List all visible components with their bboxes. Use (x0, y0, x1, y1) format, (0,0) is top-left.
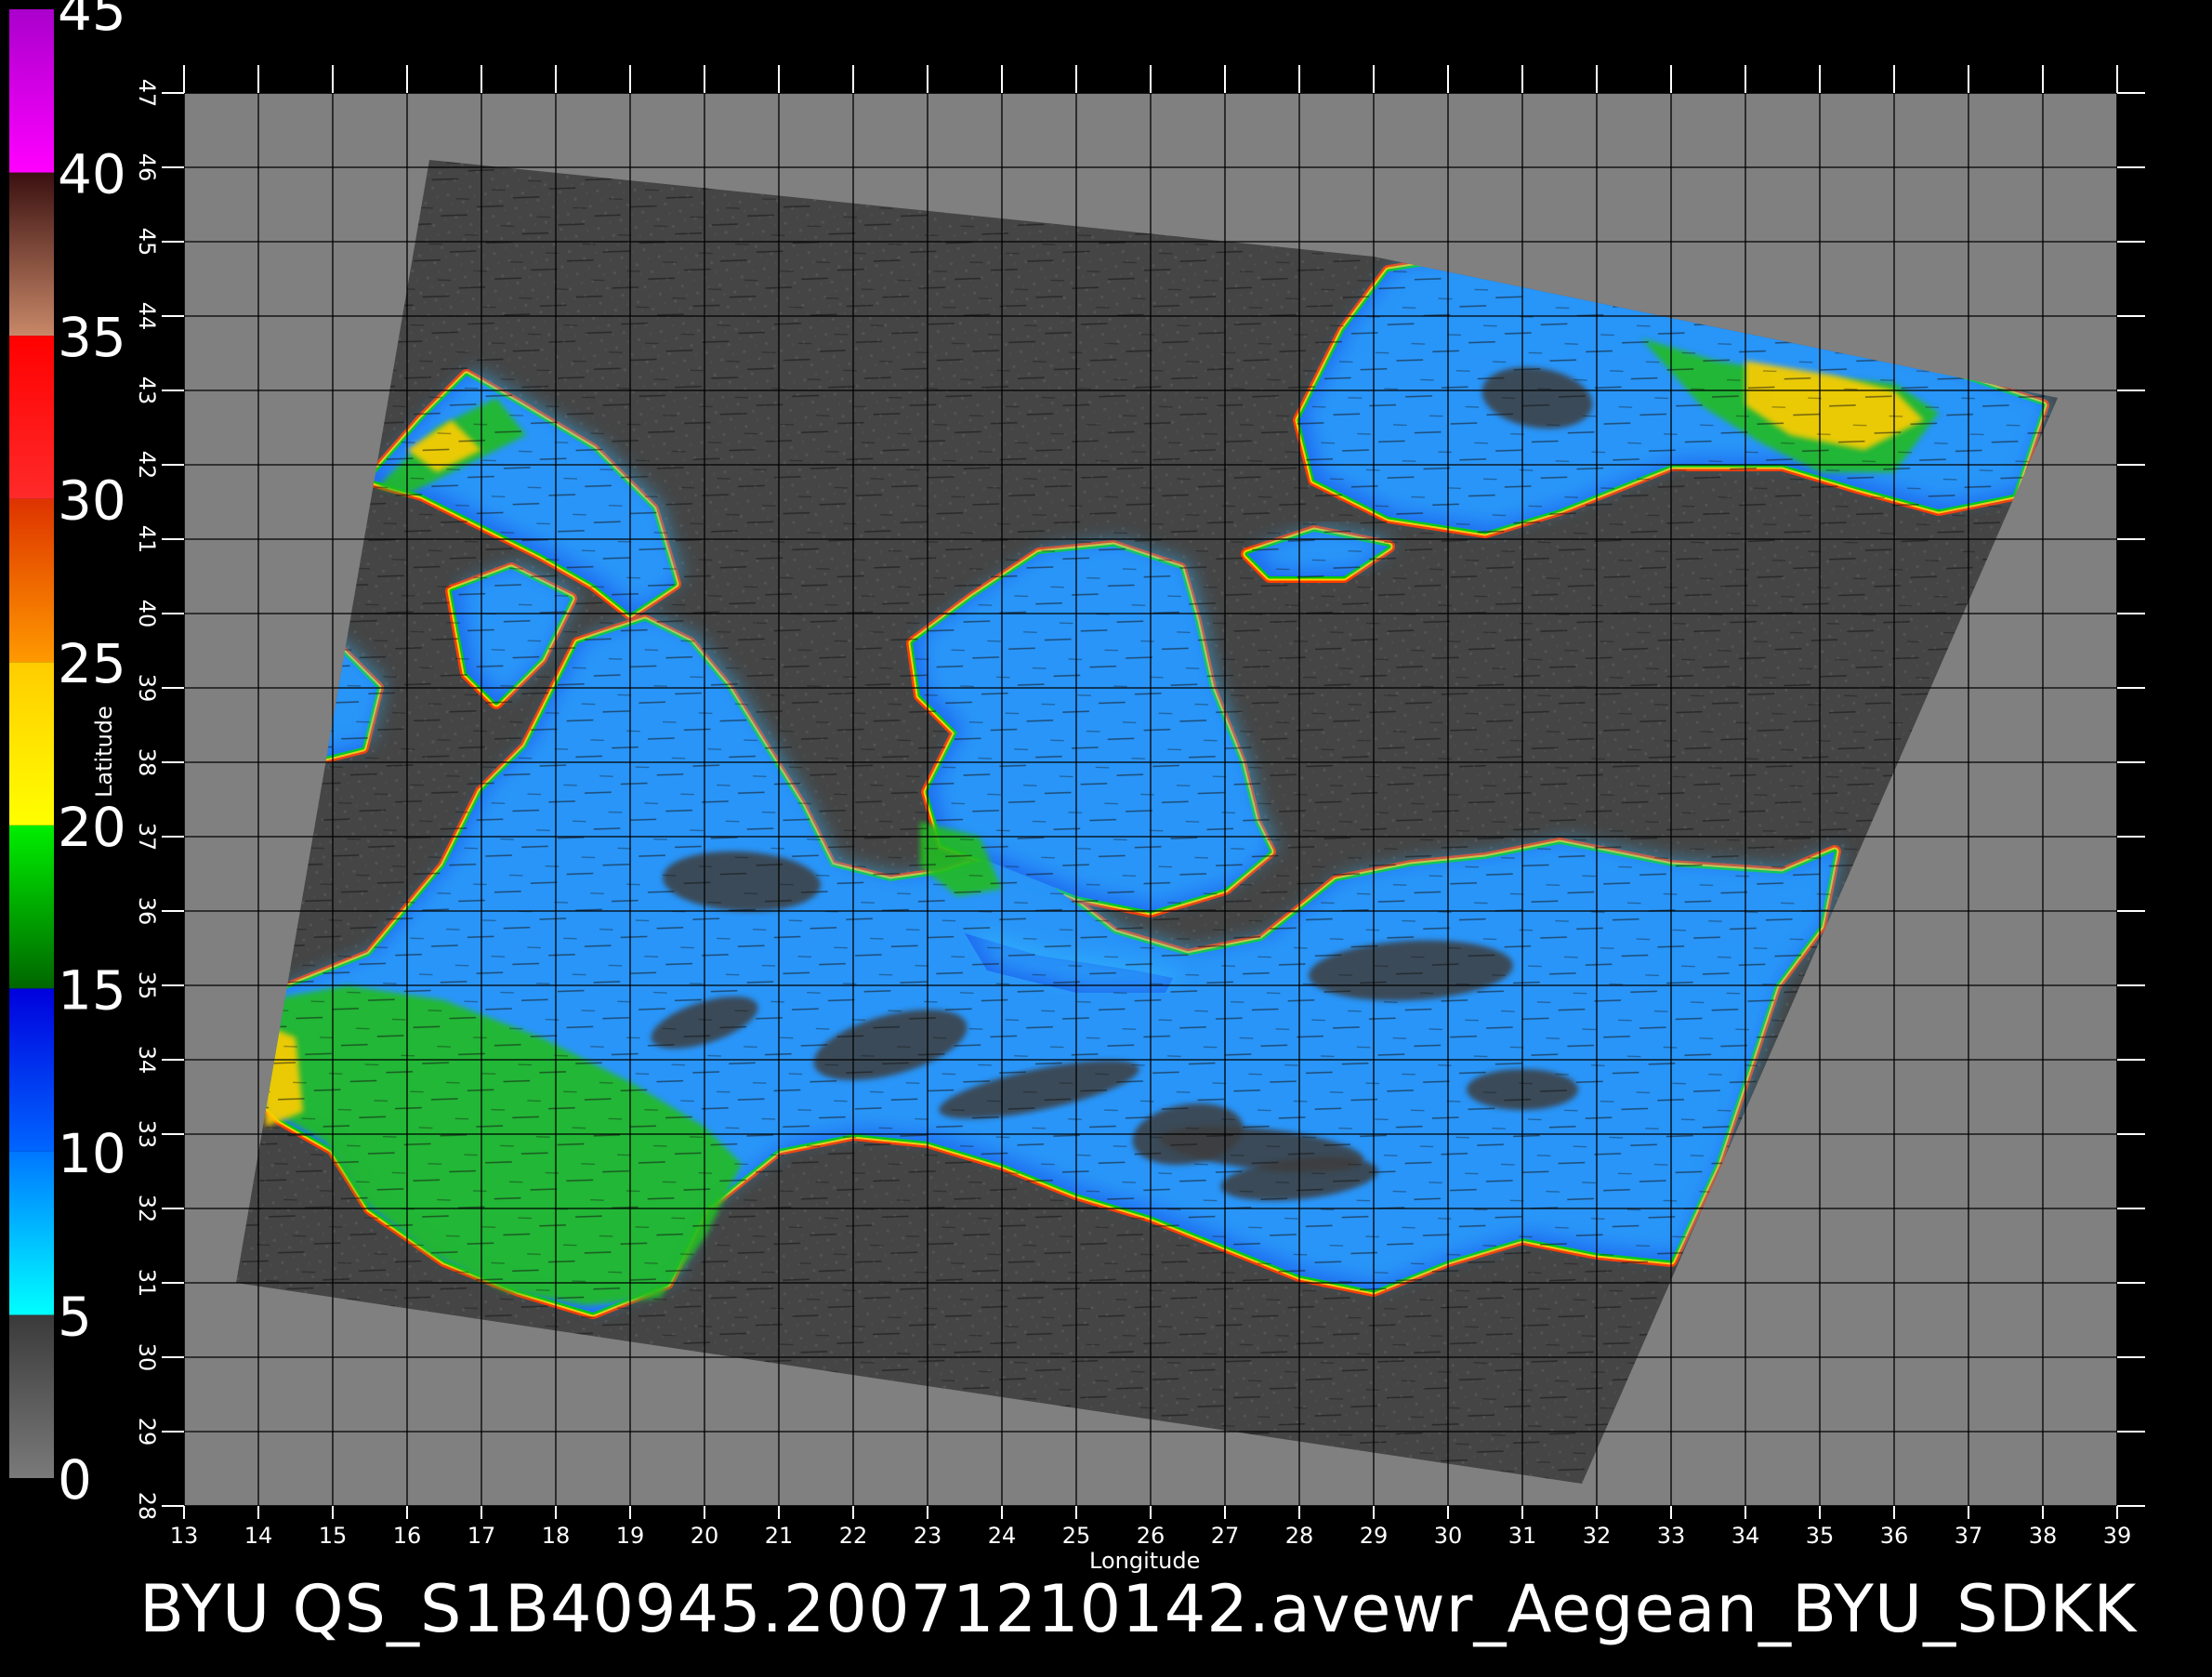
colorbar-tick-label: 40 (58, 143, 126, 206)
x-tick-label: 27 (1211, 1523, 1240, 1549)
colorbar-band (9, 172, 54, 337)
colorbar-tick-label: 15 (58, 958, 126, 1022)
x-tick-label: 29 (1360, 1523, 1389, 1549)
colorbar-tick-label: 10 (58, 1122, 126, 1185)
x-tick-label: 13 (170, 1523, 199, 1549)
x-tick-label: 37 (1955, 1523, 1983, 1549)
x-tick-label: 15 (319, 1523, 348, 1549)
y-tick-label: 46 (134, 153, 160, 182)
x-tick-label: 19 (616, 1523, 645, 1549)
y-tick-label: 47 (134, 79, 160, 108)
y-tick-label: 35 (134, 971, 160, 1000)
colorbar-band (9, 1151, 54, 1315)
colorbar-band (9, 988, 54, 1152)
colorbar-band (9, 825, 54, 989)
x-tick-label: 17 (467, 1523, 496, 1549)
colorbar-band (9, 662, 54, 825)
colorbar-tick-label: 25 (58, 632, 126, 695)
x-axis-title: Longitude (1089, 1548, 1201, 1574)
y-tick-label: 38 (134, 748, 160, 777)
y-tick-label: 29 (134, 1418, 160, 1446)
plot-area: 13 14 15 16 17 18 19 20 21 22 23 24 25 26 27 28 29 30 31 32… (134, 65, 2145, 1549)
y-tick-label: 40 (134, 600, 160, 628)
y-tick-label: 39 (134, 674, 160, 703)
x-tick-label: 20 (691, 1523, 719, 1549)
x-tick-label: 32 (1583, 1523, 1612, 1549)
x-tick-label: 38 (2029, 1523, 2058, 1549)
figure-caption: BYU QS_S1B40945.20071210142.avewr_Aegean… (139, 1571, 2138, 1647)
y-tick-label: 31 (134, 1269, 160, 1298)
x-tick-label: 28 (1285, 1523, 1314, 1549)
x-tick-label: 23 (914, 1523, 942, 1549)
colorbar-band (9, 1314, 54, 1478)
x-tick-label: 21 (765, 1523, 794, 1549)
colorbar-tick-label: 45 (58, 0, 126, 43)
x-tick-label: 25 (1062, 1523, 1091, 1549)
y-tick-label: 30 (134, 1343, 160, 1372)
colorbar-tick-label: 5 (58, 1285, 92, 1348)
y-tick-label: 36 (134, 897, 160, 926)
x-tick-label: 18 (542, 1523, 571, 1549)
colorbar-band (9, 498, 54, 663)
y-tick-label: 45 (134, 228, 160, 257)
wind-map-figure: 0 5 10 15 20 25 30 35 40 45 13 14 15 16 17 18 19 20 21 22 2… (0, 0, 2212, 1673)
colorbar-tick-label: 20 (58, 796, 126, 859)
colorbar-band (9, 9, 54, 173)
y-axis-title: Latitude (91, 706, 117, 798)
y-tick-label: 37 (134, 823, 160, 852)
colorbar-tick-label: 0 (58, 1448, 92, 1512)
y-tick-label: 41 (134, 525, 160, 554)
y-tick-label: 42 (134, 451, 160, 480)
x-tick-label: 30 (1434, 1523, 1463, 1549)
x-tick-label: 22 (839, 1523, 868, 1549)
x-tick-label: 14 (244, 1523, 273, 1549)
y-tick-label: 34 (134, 1046, 160, 1075)
colorbar-tick-label: 30 (58, 469, 126, 533)
x-tick-label: 35 (1806, 1523, 1835, 1549)
x-tick-label: 31 (1508, 1523, 1537, 1549)
x-tick-label: 24 (988, 1523, 1017, 1549)
x-tick-label: 36 (1880, 1523, 1909, 1549)
y-tick-label: 43 (134, 376, 160, 405)
x-tick-label: 34 (1731, 1523, 1760, 1549)
y-tick-label: 32 (134, 1195, 160, 1223)
x-tick-label: 33 (1657, 1523, 1686, 1549)
wind-speed-map: 0 5 10 15 20 25 30 35 40 45 13 14 15 16 17 18 19 20 21 22 2… (9, 0, 2145, 1549)
colorbar-band (9, 336, 54, 499)
y-tick-label: 44 (134, 302, 160, 331)
x-tick-label: 16 (393, 1523, 422, 1549)
x-tick-label: 39 (2103, 1523, 2132, 1549)
x-tick-label: 26 (1137, 1523, 1165, 1549)
y-tick-label: 28 (134, 1492, 160, 1521)
y-tick-label: 33 (134, 1120, 160, 1149)
colorbar-tick-label: 35 (58, 306, 126, 369)
